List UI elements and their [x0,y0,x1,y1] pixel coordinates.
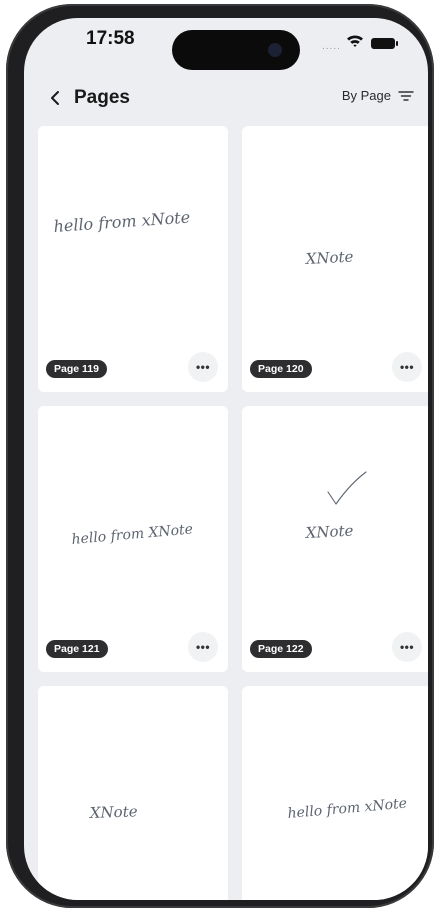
more-button[interactable]: ••• [188,352,218,382]
handwriting-text: XNote [304,248,354,269]
handwriting-text: XNote [89,802,138,822]
mute-switch [8,180,16,216]
page-badge: Page 121 [46,640,108,658]
battery-icon [371,38,398,49]
page-title: Pages [74,87,130,108]
back-button[interactable]: Pages [50,84,130,112]
page-card[interactable]: hello from xNote [242,686,428,900]
page-badge: Page 122 [250,640,312,658]
page-card[interactable]: XNote [38,686,228,900]
more-button[interactable]: ••• [392,352,422,382]
page-thumbnail: XNote [304,471,367,543]
volume-up-button [8,250,16,314]
handwriting-text: XNote [304,522,354,543]
volume-down-button [8,334,16,398]
more-horizontal-icon: ••• [195,360,211,374]
more-button[interactable]: ••• [392,632,422,662]
page-thumbnail: hello from xNote [287,796,408,822]
status-bar: 17:58 ..... [24,18,428,78]
dynamic-island [172,30,300,70]
page-card[interactable]: hello from XNote Page 121 ••• [38,406,228,672]
page-thumbnail: XNote [304,248,354,269]
page-thumbnail: XNote [89,802,138,822]
chevron-left-icon [51,91,59,105]
phone-frame: 17:58 ..... Pages By Page hello from xNo… [6,4,434,908]
page-card[interactable]: XNote Page 122 ••• [242,406,428,672]
page-badge: Page 119 [46,360,107,378]
page-card[interactable]: XNote Page 120 ••• [242,126,428,392]
handwriting-text: hello from XNote [71,521,194,548]
more-horizontal-icon: ••• [399,640,415,654]
sort-lines-icon [398,90,414,101]
nav-header: Pages By Page [24,76,428,120]
more-button[interactable]: ••• [188,632,218,662]
wifi-icon [347,35,363,47]
checkmark-doodle [327,471,367,505]
more-horizontal-icon: ••• [399,360,415,374]
handwriting-text: hello from xNote [287,796,408,822]
sort-label: By Page [341,88,391,103]
status-time: 17:58 [86,28,135,49]
camera-icon [268,43,282,57]
signal-icon: ..... [322,41,341,52]
handwriting-text: hello from xNote [53,207,191,235]
page-card[interactable]: hello from xNote Page 119 ••• [38,126,228,392]
sort-button[interactable]: By Page [342,88,414,103]
page-badge: Page 120 [250,360,312,378]
screen: 17:58 ..... Pages By Page hello from xNo… [24,18,428,900]
more-horizontal-icon: ••• [195,640,211,654]
